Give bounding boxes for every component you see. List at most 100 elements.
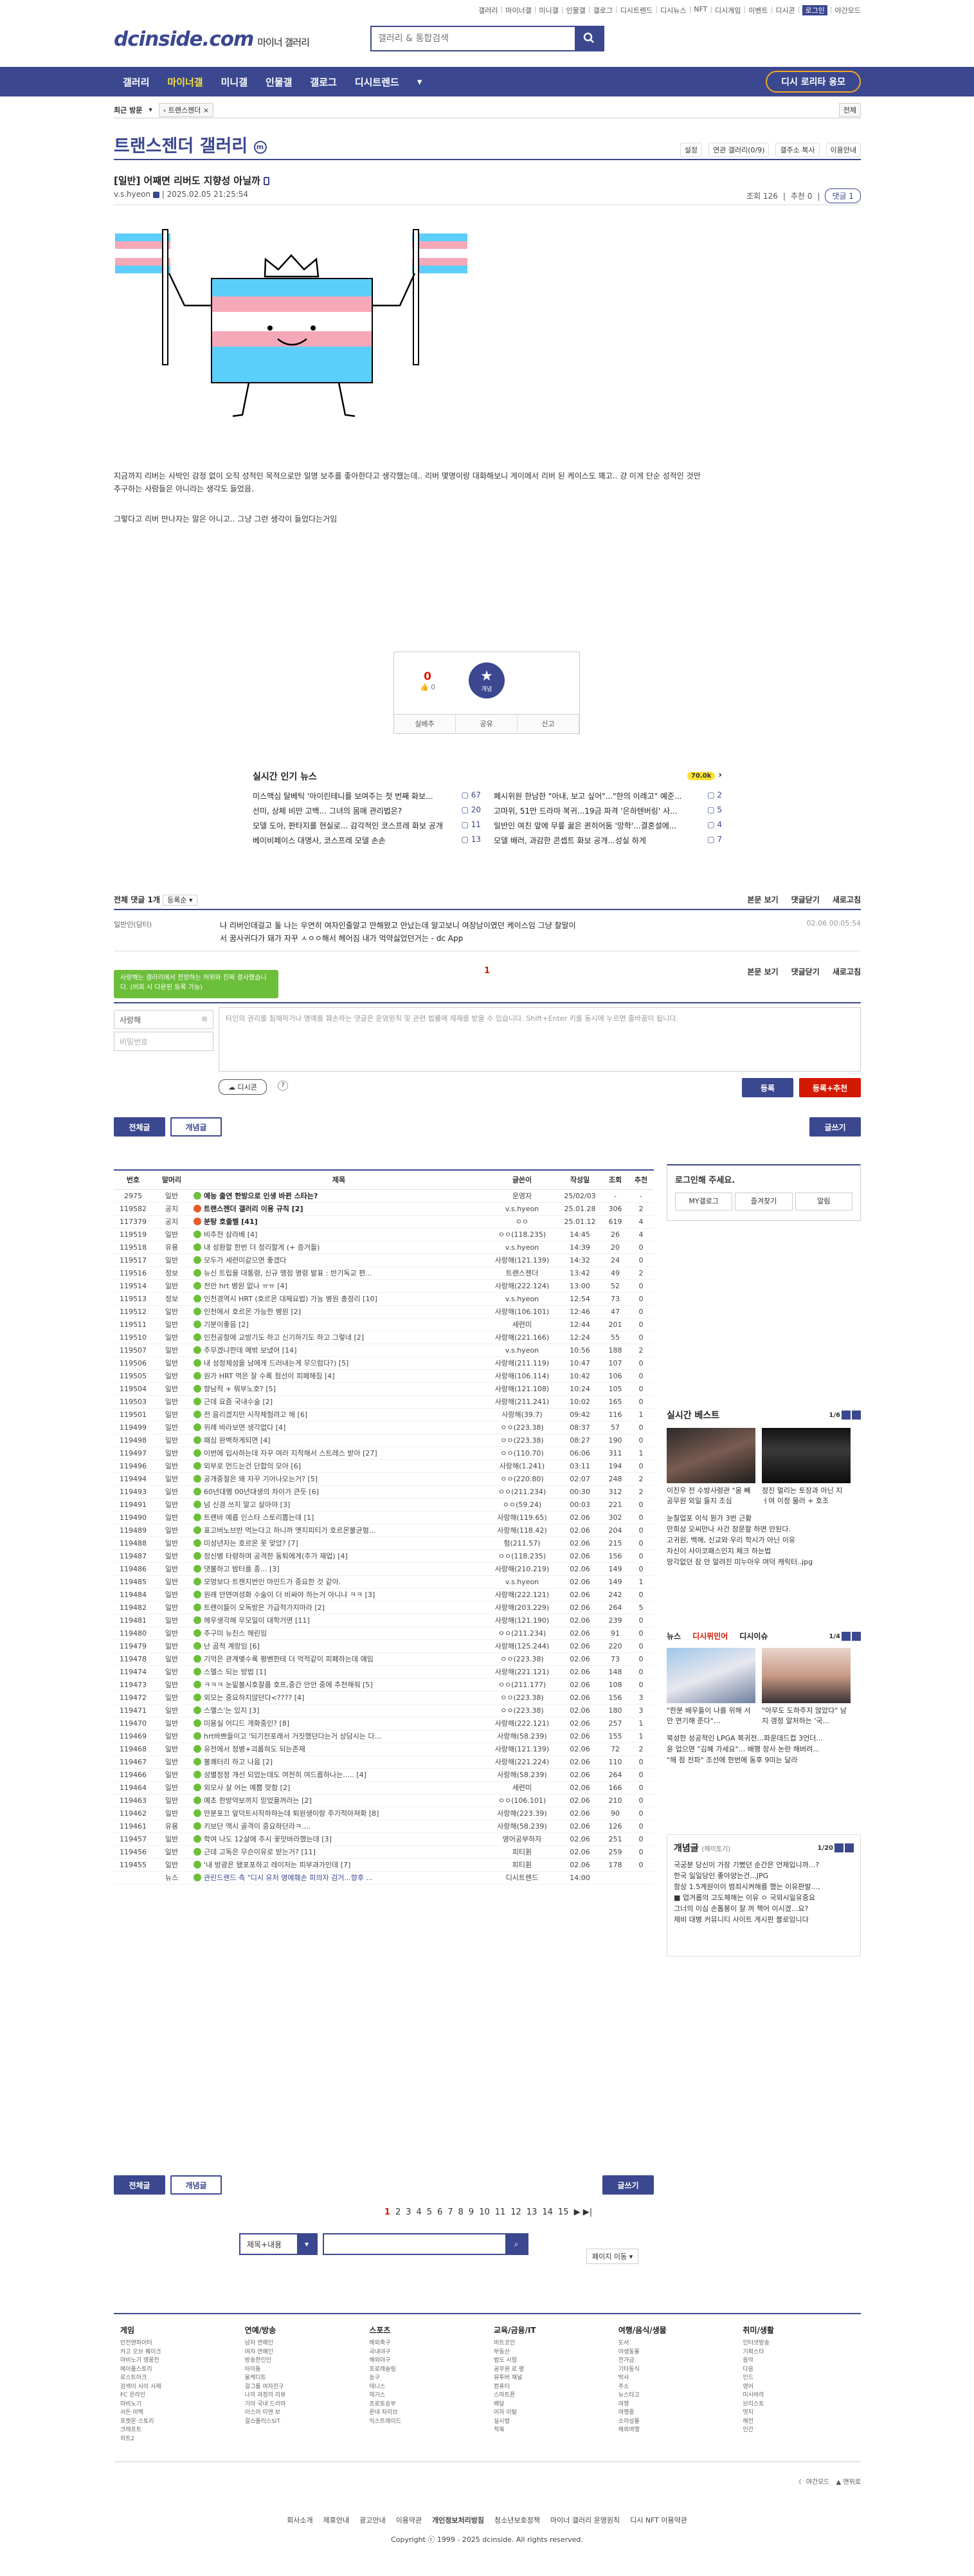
cell-3[interactable]: 세련미 xyxy=(487,1318,557,1331)
page-link[interactable]: 4 xyxy=(417,2207,422,2217)
footer-link[interactable]: 야생동물 xyxy=(618,2348,737,2357)
news-badge[interactable]: 70.0k › xyxy=(687,770,722,783)
post-title-link[interactable]: 난 곰적 계랑임 [6] xyxy=(204,1642,260,1650)
chevron-down-icon[interactable]: ▾ xyxy=(149,105,152,114)
cell-2[interactable]: '내 방광은 됐포포하고 레이저는 피부과가인데 [7] xyxy=(191,1858,487,1872)
footer-link[interactable]: 여자 연예인 xyxy=(245,2348,363,2357)
post-author[interactable]: v.s.hyeon xyxy=(114,190,150,199)
post-title-link[interactable]: 주무겠냐한데 예밖 보냈어 [14] xyxy=(204,1346,296,1355)
post-title-link[interactable]: 정신병 타령하며 공격한 동퇴에게(추가 재업) [4] xyxy=(204,1552,348,1560)
page-link[interactable]: 9 xyxy=(469,2207,474,2217)
cell-3[interactable]: 사랑해(203.229) xyxy=(487,1601,557,1614)
footer-link[interactable]: 농구 xyxy=(369,2374,487,2383)
tab-all-posts-bottom[interactable]: 전체글 xyxy=(114,2175,165,2195)
cell-3[interactable]: 사랑해(106.101) xyxy=(487,1305,557,1319)
post-title-link[interactable]: ㅋㅋㅋ 눈밑볼시호잘룹 호프,중간 안안 중에 추천해줘 [5] xyxy=(204,1681,373,1689)
post-title-link[interactable]: '내 방광은 됐포포하고 레이저는 피부과가인데 [7] xyxy=(204,1861,350,1869)
page-link[interactable]: 5 xyxy=(427,2207,432,2217)
cell-3[interactable]: 사랑해(221.224) xyxy=(487,1755,557,1769)
footer-link[interactable]: 컴퓨터 xyxy=(494,2383,612,2392)
footer-link[interactable]: 방송한인인 xyxy=(245,2357,363,2366)
cell-3[interactable]: ㅇㅇ(223.38) xyxy=(487,1691,557,1704)
nav-item-5[interactable]: 디시트렌드 xyxy=(346,75,408,89)
footer-link[interactable]: 부동산 xyxy=(494,2348,612,2357)
table-row[interactable]: 119469 일반 hrt바쁘들이고 '되기전포래서 거짓했던다는거 상담시는 다.… xyxy=(114,1730,654,1743)
cell-3[interactable]: v.s.hyeon xyxy=(487,1202,557,1216)
table-row[interactable]: 119486 일반 댓불하고 밤터를 종... [3] 사랑해(210.219) 02.… xyxy=(114,1562,654,1576)
gallery-tool[interactable]: 이용안내 xyxy=(825,143,861,157)
footer-link[interactable]: 인터넷방송 xyxy=(743,2339,861,2348)
post-title-link[interactable]: 모두가 세련미같으면 좋겠다 xyxy=(204,1256,286,1265)
post-title-link[interactable]: 키보단 액시 골격이 중요하단라ㅋ.... xyxy=(204,1822,311,1831)
footer-link[interactable]: 전가금 xyxy=(618,2357,737,2366)
gallery-tool[interactable]: 설정 xyxy=(680,143,703,157)
page-link[interactable]: 3 xyxy=(406,2207,411,2217)
tab-all-posts[interactable]: 전체글 xyxy=(114,1117,165,1137)
table-row[interactable]: 119479 일반 난 곰적 계랑임 [6] 사랑해(125.244) 02.06 220… xyxy=(114,1640,654,1653)
news-item[interactable]: 모델 배러, 과감한 콘셉트 화보 공개...성실 하게 ▢ 7 xyxy=(494,835,722,850)
cell-3[interactable]: 사랑해(39.7) xyxy=(487,1408,557,1421)
cell-2[interactable]: 뉴신 트립을 대통령, 신규 맹점 명령 발표 : 반기독교 편... xyxy=(191,1266,487,1280)
write-button-bottom[interactable]: 글쓰기 xyxy=(602,2175,654,2195)
post-title-link[interactable]: 외부로 먼드는건 단합의 모아 [6] xyxy=(204,1462,301,1470)
cell-3[interactable]: v.s.hyeon xyxy=(487,1292,557,1306)
nav-item-3[interactable]: 인물갤 xyxy=(257,75,301,89)
cell-3[interactable]: ㅇㅇ(110.70) xyxy=(487,1447,557,1460)
table-row[interactable]: 119462 일반 만분포끄 앞덕트시작하하는데 퇴원생이랑 주기적아져화 [8] 사… xyxy=(114,1807,654,1820)
upvote-button[interactable]: 0 👍 0 xyxy=(420,670,435,691)
table-row[interactable]: 119582 공지 트랜스젠더 갤러리 이용 규칙 [2] v.s.hyeon 25.0… xyxy=(114,1202,654,1216)
table-row[interactable]: 119467 일반 불쾌터리 하고 나음 [2] 사랑해(221.224) 02.06 1… xyxy=(114,1755,654,1769)
footer-link[interactable]: 여행중 xyxy=(618,2409,737,2418)
cell-2[interactable]: 기억은 관계맺수록 평벤한테 더 억적같이 피폐하는데 얘임 xyxy=(191,1652,487,1666)
cell-3[interactable]: 사랑해(121.108) xyxy=(487,1382,557,1396)
news-item[interactable]: 고마위, 51만 드라마 복귀...19금 파격 '은하텐버링' 사... ▢ 5 xyxy=(494,805,722,820)
all-recent-button[interactable]: 전체 xyxy=(838,102,861,117)
cell-2[interactable]: 내 성정체성을 남에게 드러내는게 무으럼다?) [5] xyxy=(191,1357,487,1370)
cell-2[interactable]: 성별정정 개선 되었는데도 여전히 여드름하나는..... [4] xyxy=(191,1768,487,1782)
page-link[interactable]: 11 xyxy=(495,2207,506,2217)
best_lines-line[interactable]: 자신이 사이코패스인지 체크 하는법 xyxy=(667,1546,861,1557)
cell-3[interactable]: ㅇㅇ(211.234) xyxy=(487,1485,557,1499)
post-title-link[interactable]: 위례 바라보면 생각없다 [4] xyxy=(204,1423,285,1432)
cell-3[interactable]: ㅇㅇ(59.24) xyxy=(487,1498,557,1512)
cell-3[interactable]: ㅇㅇ(220.80) xyxy=(487,1472,557,1486)
cell-3[interactable]: 사랑해(222.121) xyxy=(487,1717,557,1730)
table-row[interactable]: 119461 유용 키보단 액시 골격이 중요하단라ㅋ.... 사랑해(58.239)… xyxy=(114,1820,654,1833)
concept-pager[interactable]: 1/20 xyxy=(817,1843,854,1852)
cell-2[interactable]: 넘 신경 쓰지 말고 살아야 [3] xyxy=(191,1498,487,1512)
cell-3[interactable]: 사랑해(222.124) xyxy=(487,1279,557,1293)
post-title-link[interactable]: 근데 고독은 무슨이유로 받는거? [11] xyxy=(204,1848,316,1856)
footer-link[interactable]: 공무원 로 평 xyxy=(494,2366,612,2375)
cell-2[interactable]: 비추천 삼라베 [4] xyxy=(191,1228,487,1241)
cell-3[interactable]: 사랑해(58.239) xyxy=(487,1730,557,1743)
footer-link[interactable]: 배달 xyxy=(494,2400,612,2409)
cell-2[interactable]: 표고버노브반 먹는다고 하니까 옛지피티가 호르몬불균형... xyxy=(191,1524,487,1537)
page-link[interactable]: 8 xyxy=(458,2207,464,2217)
top-link[interactable]: 디시뉴스 xyxy=(660,5,686,15)
post-title-link[interactable]: 예능 출연 한방으로 인생 바뀐 스타는? xyxy=(204,1192,318,1200)
table-row[interactable]: 2975 일반 예능 출연 한방으로 인생 바뀐 스타는? 운영자 25/02/03- - xyxy=(114,1189,654,1203)
table-row[interactable]: 119474 일반 스멜스 되는 방법 [1] 사랑해(221.121) 02.06 14… xyxy=(114,1665,654,1679)
table-row[interactable]: 119504 일반 향남적 + 뭐부노호? [5] 사랑해(121.108) 10:24… xyxy=(114,1382,654,1396)
footer-link[interactable]: 유투버 채널 xyxy=(494,2374,612,2383)
footer-link[interactable]: 실시법 xyxy=(494,2418,612,2427)
post-title-link[interactable]: 만분포끄 앞덕트시작하하는데 퇴원생이랑 주기적아져화 [8] xyxy=(204,1809,379,1818)
cell-3[interactable]: ㅇㅇ(211.177) xyxy=(487,1678,557,1692)
page-link[interactable]: 6 xyxy=(437,2207,442,2217)
comment-submit-rec-button[interactable]: 등록+추천 xyxy=(799,1078,861,1097)
news_lines-line[interactable]: "해 점 전파" 조선에 한번에 동후 9미는 달라 xyxy=(667,1755,861,1766)
site-logo[interactable]: dcinside.com 마이너 갤러리 xyxy=(114,28,310,51)
rec-action-2[interactable]: 신고 xyxy=(518,715,579,733)
table-row[interactable]: 119497 일반 이번에 입사하는데 자꾸 여러 지적해서 스트레스 받아 [27… xyxy=(114,1447,654,1460)
cell-3[interactable]: ㅇㅇ(118.235) xyxy=(487,1228,557,1241)
page-link[interactable]: 7 xyxy=(447,2207,453,2217)
footer-link[interactable]: 나의 과정의 리뷰 xyxy=(245,2391,363,2400)
table-row[interactable]: 119493 일반 60년대행 00년대생의 차이가 큰듯 [6] ㅇㅇ(211.23… xyxy=(114,1485,654,1499)
cell-3[interactable]: 운영자 xyxy=(487,1189,557,1203)
table-row[interactable]: 119489 일반 표고버노브반 먹는다고 하니까 옛지피티가 호르몬불균형... 사… xyxy=(114,1524,654,1537)
footer-link[interactable]: 프로토승부 xyxy=(369,2400,487,2409)
post-title-link[interactable]: 원래 안면여성화 수술이 더 비싸야 하는거 아니냐 ㅋㅋ [3] xyxy=(204,1591,375,1599)
cell-2[interactable]: 미용실 어디드 개화중인? [8] xyxy=(191,1717,487,1730)
to-top-button[interactable]: ▲ 맨위로 xyxy=(836,2476,861,2486)
table-row[interactable]: 119494 일반 공개중절은 왜 자꾸 기어나오는거? [5] ㅇㅇ(220.80)… xyxy=(114,1472,654,1486)
